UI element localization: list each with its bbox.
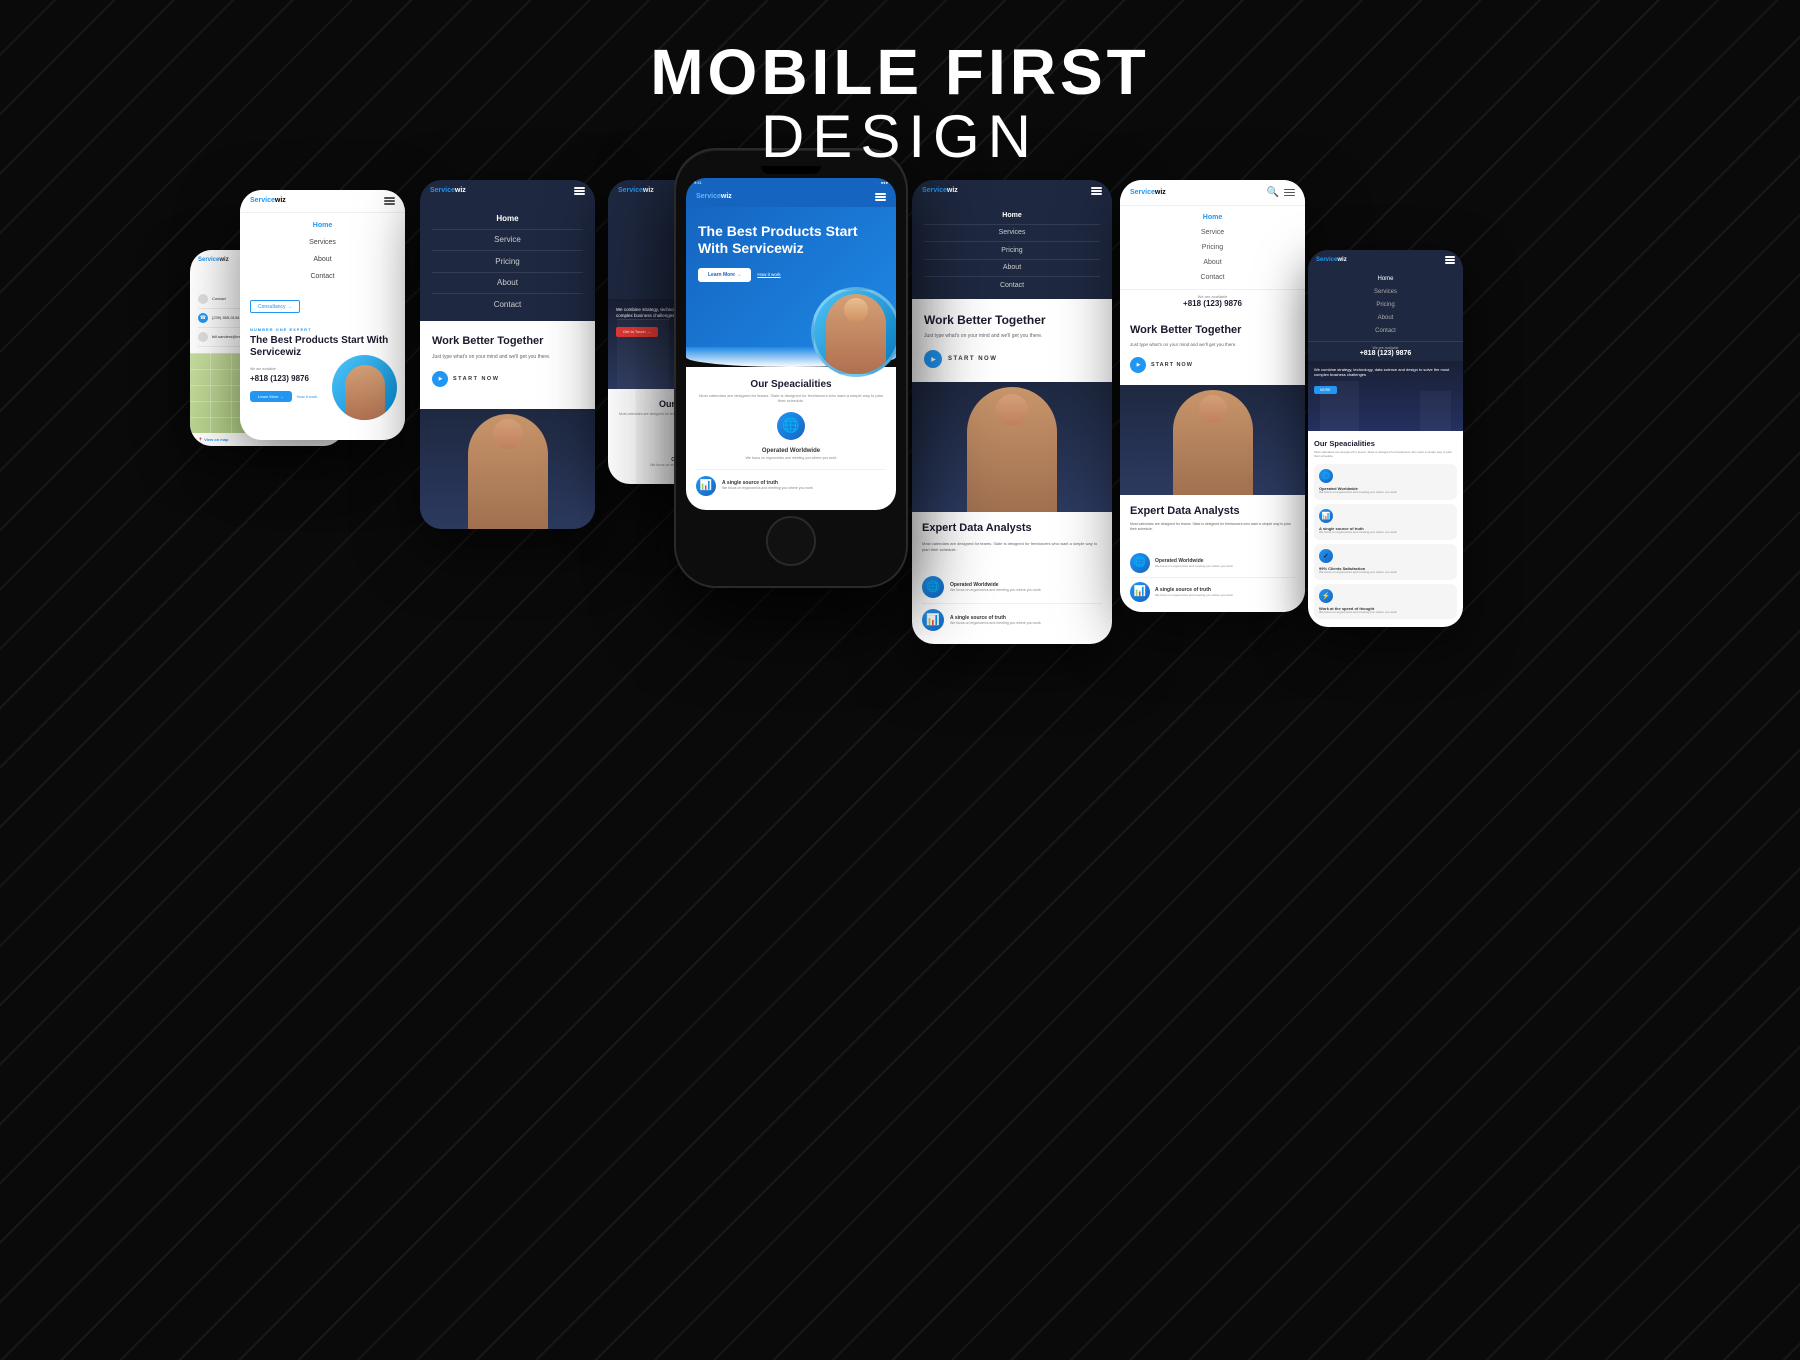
hero-tag: NUMBER ONE EXPERT (250, 327, 395, 332)
nav7-home: Home (1120, 210, 1305, 225)
more8[interactable]: MORE (1314, 386, 1337, 394)
logo7-suf: wiz (1155, 189, 1166, 196)
nav6-contact: Contact (912, 277, 1112, 294)
logo-prefix: Service (198, 257, 219, 263)
logo-suffix: wiz (219, 257, 228, 263)
logo7-pre: Service (1130, 189, 1155, 196)
spec-worldwide-main: Operated Worldwide (696, 448, 886, 454)
person-photo-3 (420, 409, 595, 529)
get-touch-btn[interactable]: Get In Touch → (616, 327, 658, 337)
consultancy-btn[interactable]: Consultancy → (250, 300, 300, 313)
nav6-home: Home (912, 207, 1112, 224)
overlay8-text: We combine strategy, technology, data sc… (1314, 367, 1457, 378)
person-6 (912, 382, 1112, 512)
nav6-services: Services (912, 224, 1112, 241)
work7: Work Better Together (1130, 324, 1295, 337)
nav7-about: About (1120, 255, 1305, 270)
start7: START NOW (1151, 362, 1193, 368)
phones-showcase: Servicewiz Kentucky 39495 Contact ☎ (239… (0, 170, 1800, 1360)
header-section: MOBILE FIRST DESIGN (650, 40, 1150, 170)
nav8-pricing: Pricing (1308, 299, 1463, 312)
expert7: Expert Data Analysts (1130, 505, 1295, 518)
mini-card-3-desc: We focus on ergonomics and meeting you w… (1319, 571, 1452, 575)
spec7-2d: We focus on ergonomics and meeting you w… (1155, 593, 1233, 597)
phone-7: Servicewiz 🔍 Home Service Pricing About … (1120, 180, 1305, 612)
nav8-home: Home (1308, 273, 1463, 286)
nav2-contact: Contact (240, 268, 405, 285)
title-light: DESIGN (650, 104, 1150, 170)
logo3-prefix: Service (430, 187, 455, 194)
phone-5-main: 9:41 ●●● Servicewiz The Best Products St… (676, 150, 906, 586)
work-title-3: Work Better Together (432, 335, 583, 348)
logo6-suf: wiz (947, 187, 958, 194)
logo6-pre: Service (922, 187, 947, 194)
nav2-about: About (240, 251, 405, 268)
logo4-pre: Service (618, 187, 643, 194)
nav6-about: About (912, 259, 1112, 276)
start-now-6: START NOW (948, 356, 997, 362)
nav8-about: About (1308, 312, 1463, 325)
main-learn-btn[interactable]: Learn More → (698, 268, 751, 282)
person7 (1120, 385, 1305, 495)
spec6-1-desc: We focus on ergonomics and meeting you w… (950, 588, 1041, 592)
search-icon-7[interactable]: 🔍 (1267, 187, 1279, 198)
main-hero-title: The Best Products Start With Servicewiz (698, 223, 884, 258)
nav2-services: Services (240, 234, 405, 251)
nav8-contact: Contact (1308, 325, 1463, 338)
phone-8: Servicewiz Home Services Pricing About C… (1308, 250, 1463, 627)
mini-card-4-desc: We focus on ergonomics and meeting you w… (1319, 611, 1452, 615)
logo4-suf: wiz (643, 187, 654, 194)
spec-title-main: Our Speacialities (696, 379, 886, 390)
nav7-pricing: Pricing (1120, 240, 1305, 255)
logo3-suffix: wiz (455, 187, 466, 194)
spec-single-desc: We focus on ergonomics and meeting you w… (722, 486, 813, 491)
main-how-btn[interactable]: How it work (757, 272, 780, 277)
work-text-6: Just type what's on your mind and we'll … (924, 333, 1100, 341)
nav6-pricing: Pricing (912, 242, 1112, 259)
overlay8: We combine strategy, technology, data sc… (1308, 361, 1463, 431)
spec-sub-main: Most calendars are designed for teams. S… (696, 393, 886, 404)
spec7-1d: We focus on ergonomics and meeting you w… (1155, 564, 1233, 568)
work7-text: Just type what's on your mind and we'll … (1130, 342, 1295, 349)
spec8-title: Our Speacialities (1314, 439, 1457, 448)
nav3-pricing: Pricing (420, 251, 595, 272)
nav3-service: Service (420, 229, 595, 250)
phone8: +818 (123) 9876 (1316, 350, 1455, 357)
expert-text-6: Most calendars are designed for teams. S… (922, 541, 1102, 553)
nav8-services: Services (1308, 286, 1463, 299)
nav3-contact: Contact (420, 294, 595, 315)
spec-desc-main: We focus on ergonomics and meeting you w… (696, 456, 886, 461)
nav3-about: About (420, 272, 595, 293)
mini-card-1-desc: We focus on ergonomics and meeting you w… (1319, 491, 1452, 495)
spec6-2-desc: We focus on ergonomics and meeting you w… (950, 621, 1041, 625)
logo2-prefix: Service (250, 197, 275, 204)
title-bold: MOBILE FIRST (650, 40, 1150, 104)
expert7-text: Most calendars are designed for teams. S… (1130, 522, 1295, 533)
work-text-3: Just type what's on your mind and we'll … (432, 354, 583, 362)
learn-btn-2[interactable]: Learn More → (250, 391, 292, 402)
mini-card-2-desc: We focus on ergonomics and meeting you w… (1319, 531, 1452, 535)
logo2-suffix: wiz (275, 197, 286, 204)
phone-6: Servicewiz Home Services Pricing About C… (912, 180, 1112, 644)
nav2-home: Home (240, 217, 405, 234)
phone7: +818 (123) 9876 (1130, 299, 1295, 308)
phone-3: Servicewiz Home Service Pricing About Co… (420, 180, 595, 529)
work-title-6: Work Better Together (924, 313, 1100, 327)
phone-2: Servicewiz Home Services About Contact C… (240, 190, 405, 440)
start-now-3: START NOW (453, 376, 499, 382)
nav7-contact: Contact (1120, 270, 1305, 285)
nav3-home: Home (420, 208, 595, 229)
spec8-sub: Most calendars are designed for teams. S… (1314, 450, 1457, 458)
expert-title-6: Expert Data Analysts (922, 522, 1102, 535)
nav7-service: Service (1120, 225, 1305, 240)
contact-phone: (239) 555-0108 (212, 315, 239, 320)
how-btn-2[interactable]: How it work (297, 394, 318, 399)
contact-item-label: Contact (212, 296, 226, 301)
